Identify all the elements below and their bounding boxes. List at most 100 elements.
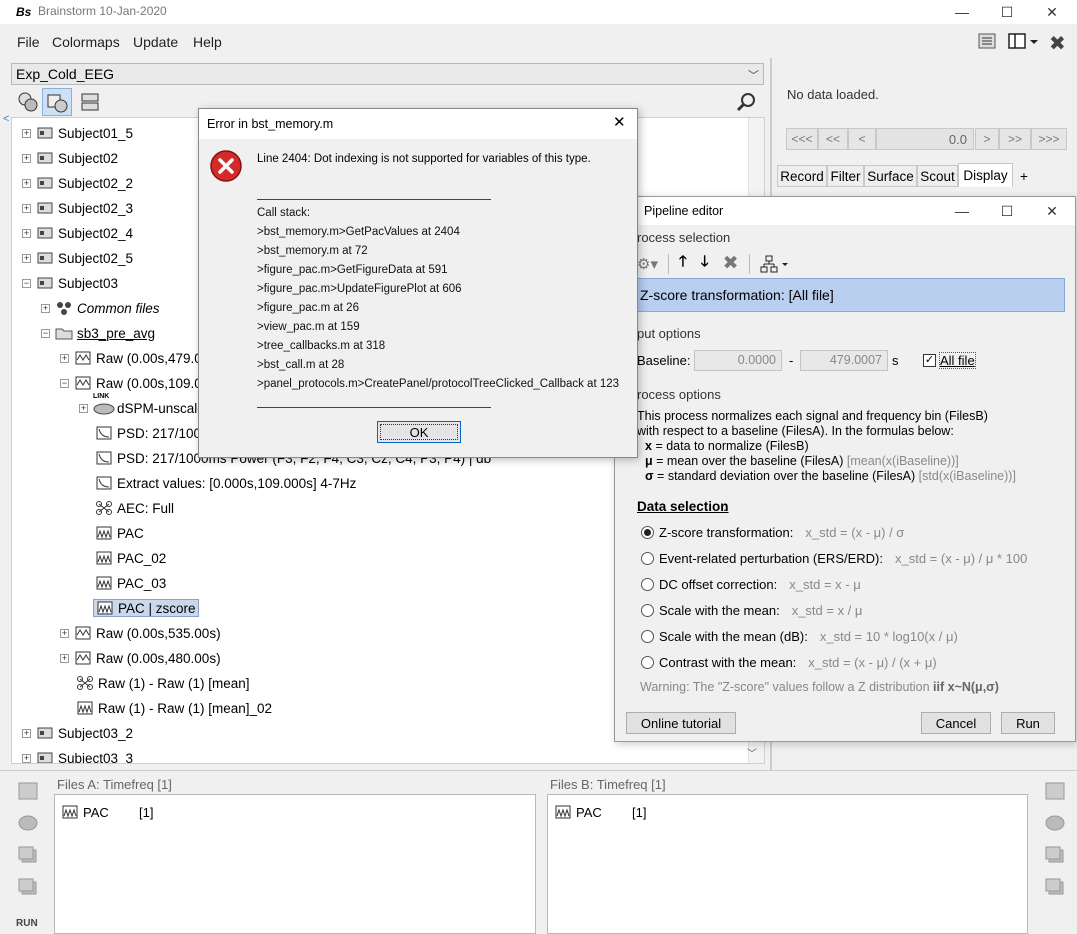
files-b-list[interactable]: PAC [1] (547, 794, 1028, 934)
minimize-button[interactable]: — (939, 0, 985, 24)
expand-icon[interactable]: + (79, 403, 88, 413)
tree-item-subject[interactable]: − Subject03 (22, 272, 118, 294)
expand-icon[interactable]: + (22, 178, 31, 188)
move-up-icon[interactable]: 🡑 (679, 251, 687, 276)
radio-button[interactable] (641, 578, 654, 591)
tree-item-aec[interactable]: AEC: Full (95, 497, 174, 519)
tree-item-raw[interactable]: + Raw (0.00s,479.0 (60, 347, 202, 369)
collapse-icon[interactable]: − (60, 378, 69, 388)
tree-item-subject[interactable]: + Subject02_3 (22, 197, 133, 219)
menu-help[interactable]: Help (193, 34, 222, 50)
pipeline-tree-icon[interactable] (760, 255, 790, 273)
expand-icon[interactable]: + (60, 353, 69, 363)
selected-process-item[interactable]: Z-score transformation: [All file] (635, 278, 1065, 312)
tree-item-extract[interactable]: Extract values: [0.000s,109.000s] 4-7Hz (95, 472, 356, 494)
scroll-down-icon[interactable]: ﹀ (747, 745, 757, 760)
expand-icon[interactable]: + (60, 628, 69, 638)
tree-item-psd[interactable]: PSD: 217/100 (95, 422, 201, 444)
option-scale-mean[interactable]: Scale with the mean: x_std = x / μ (641, 603, 862, 618)
radio-button[interactable] (641, 552, 654, 565)
move-down-icon[interactable]: 🡓 (701, 251, 709, 276)
search-icon[interactable] (736, 92, 758, 112)
collapse-icon[interactable]: − (41, 328, 50, 338)
tab-surface[interactable]: Surface (864, 165, 917, 187)
baseline-end-field[interactable]: 479.0007 (800, 350, 888, 371)
baseline-start-field[interactable]: 0.0000 (694, 350, 782, 371)
anatomy-view-button[interactable] (42, 88, 72, 116)
brain-icon[interactable] (17, 813, 39, 833)
protocol-select[interactable]: Exp_Cold_EEG ﹀ (11, 63, 764, 85)
tab-record[interactable]: Record (777, 165, 827, 187)
close-button[interactable]: ✕ (1029, 0, 1075, 24)
menu-update[interactable]: Update (133, 34, 178, 50)
option-dc-offset[interactable]: DC offset correction: x_std = x - μ (641, 577, 861, 592)
tree-item-pac[interactable]: PAC (95, 522, 144, 544)
tree-item-subject[interactable]: + Subject02 (22, 147, 118, 169)
run-icon[interactable]: RUN (16, 918, 38, 929)
tree-item-pac[interactable]: PAC_03 (95, 572, 166, 594)
option-contrast-mean[interactable]: Contrast with the mean: x_std = (x - μ) /… (641, 655, 937, 670)
tree-item-subject[interactable]: + Subject01_5 (22, 122, 133, 144)
stack-icon[interactable] (1044, 845, 1066, 865)
tree-item-subject[interactable]: + Subject02_4 (22, 222, 133, 244)
tree-item-subject[interactable]: + Subject02_2 (22, 172, 133, 194)
tab-scout[interactable]: Scout (917, 165, 958, 187)
ok-button[interactable]: OK (377, 421, 461, 443)
radio-button[interactable] (641, 604, 654, 617)
expand-icon[interactable]: + (22, 253, 31, 263)
option-zscore[interactable]: Z-score transformation: x_std = (x - μ) /… (641, 525, 904, 540)
spectrum-icon[interactable] (17, 781, 39, 801)
nav-next-button[interactable]: > (975, 128, 999, 150)
menu-file[interactable]: File (17, 34, 40, 50)
nav-first-button[interactable]: <<< (786, 128, 818, 150)
option-ersd[interactable]: Event-related perturbation (ERS/ERD): x_s… (641, 551, 1027, 566)
tree-item-subject[interactable]: + Subject03_3 (22, 747, 133, 763)
tree-item-raw[interactable]: + Raw (0.00s,480.00s) (60, 647, 221, 669)
collapse-icon[interactable]: − (22, 278, 31, 288)
radio-button[interactable] (641, 526, 654, 539)
layout-list-icon[interactable] (977, 32, 997, 50)
nav-prev-button[interactable]: < (848, 128, 876, 150)
time-field[interactable]: 0.0 (876, 128, 974, 150)
menu-colormaps[interactable]: Colormaps (52, 34, 120, 50)
cancel-button[interactable]: Cancel (921, 712, 991, 734)
nav-prev-page-button[interactable]: << (818, 128, 848, 150)
list-item[interactable]: PAC [1] (61, 804, 153, 820)
tree-item-condition[interactable]: − sb3_pre_avg (41, 322, 155, 344)
close-button[interactable]: ✕ (1029, 199, 1075, 223)
expand-icon[interactable]: + (22, 153, 31, 163)
window-layout-icon[interactable] (1008, 32, 1040, 50)
expand-icon[interactable]: + (22, 128, 31, 138)
expand-icon[interactable]: + (22, 728, 31, 738)
run-button[interactable]: Run (1001, 712, 1055, 734)
delete-icon[interactable]: ✖ (723, 252, 739, 275)
tree-item-mean[interactable]: Raw (1) - Raw (1) [mean]_02 (76, 697, 272, 719)
expand-icon[interactable]: + (60, 653, 69, 663)
matrix-icon[interactable] (17, 877, 39, 897)
option-scale-mean-db[interactable]: Scale with the mean (dB): x_std = 10 * lo… (641, 629, 958, 644)
expand-icon[interactable]: + (41, 303, 50, 313)
maximize-button[interactable]: ☐ (984, 0, 1030, 24)
tree-item-dspm[interactable]: + LINK dSPM-unscale (79, 393, 205, 419)
expand-icon[interactable]: + (22, 228, 31, 238)
minimize-button[interactable]: — (939, 199, 985, 223)
brain-icon[interactable] (1044, 813, 1066, 833)
tree-item-pac[interactable]: PAC_02 (95, 547, 166, 569)
nav-last-button[interactable]: >>> (1031, 128, 1067, 150)
tree-item-pac-selected[interactable]: PAC | zscore (93, 597, 199, 619)
maximize-button[interactable]: ☐ (984, 199, 1030, 223)
list-item[interactable]: PAC [1] (554, 804, 646, 820)
matrix-icon[interactable] (1044, 877, 1066, 897)
tab-filter[interactable]: Filter (827, 165, 864, 187)
tree-item-raw[interactable]: + Raw (0.00s,535.00s) (60, 622, 221, 644)
all-file-checkbox[interactable]: ✓ (923, 354, 936, 367)
radio-button[interactable] (641, 656, 654, 669)
tree-item-common-files[interactable]: + Common files (41, 297, 160, 319)
functional-view-icon[interactable] (17, 91, 39, 113)
spectrum-icon[interactable] (1044, 781, 1066, 801)
tree-item-subject[interactable]: + Subject03_2 (22, 722, 133, 744)
stack-icon[interactable] (17, 845, 39, 865)
tree-item-raw[interactable]: − Raw (0.00s,109.0 (60, 372, 202, 394)
online-tutorial-button[interactable]: Online tutorial (626, 712, 736, 734)
tab-add[interactable]: + (1013, 165, 1035, 187)
